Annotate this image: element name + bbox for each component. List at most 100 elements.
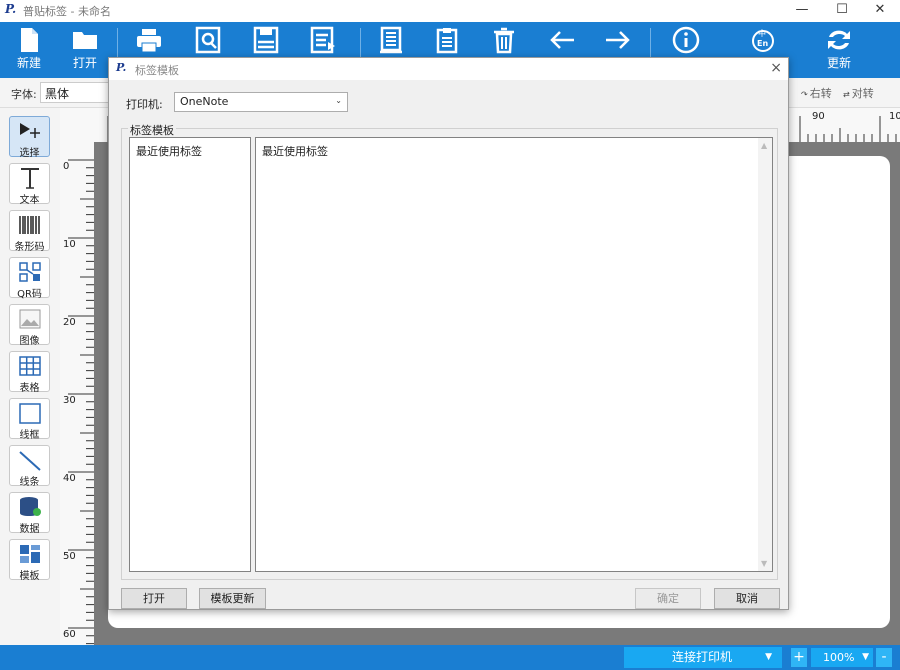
paste-icon <box>380 26 402 54</box>
clipboard-icon <box>436 28 458 54</box>
open-button-label: 打开 <box>72 56 97 70</box>
update-button[interactable]: 更新 <box>816 22 862 78</box>
justify-button[interactable]: ⇄ 对转 <box>843 85 874 101</box>
tool-barcode-label: 条形码 <box>14 242 45 253</box>
ok-button[interactable]: 确定 <box>635 588 701 609</box>
printer-icon <box>137 29 161 53</box>
printer-select[interactable]: OneNote ⌄ <box>174 92 348 112</box>
zoom-select[interactable]: 100% ▼ <box>811 648 873 667</box>
tool-frame[interactable]: 线框 <box>9 398 50 441</box>
barcode-icon <box>19 216 40 234</box>
justify-label: 对转 <box>851 87 874 100</box>
tool-template[interactable]: 模板 <box>9 539 50 582</box>
tool-text[interactable]: 文本 <box>9 163 50 206</box>
table-grid-icon <box>19 356 41 376</box>
save-icon <box>253 26 279 54</box>
language-switch-icon: 中En <box>752 28 774 52</box>
rectangle-frame-icon <box>19 403 41 424</box>
tool-table-label: 表格 <box>19 383 40 394</box>
undo-arrow-icon <box>550 31 574 49</box>
rotate-right-button[interactable]: ↷ 右转 <box>801 85 832 101</box>
update-template-button[interactable]: 模板更新 <box>199 588 266 609</box>
printer-label: 打印机: <box>126 98 163 111</box>
tool-line-label: 线条 <box>19 477 40 488</box>
new-button-label: 新建 <box>16 56 41 70</box>
scroll-up-icon[interactable]: ▲ <box>761 141 767 150</box>
window-title: 普贴标签 - 未命名 <box>23 5 111 18</box>
maximize-button[interactable]: ☐ <box>822 0 862 22</box>
zoom-in-button[interactable]: + <box>791 648 807 667</box>
tool-select-label: 选择 <box>19 148 40 159</box>
database-icon <box>20 497 41 516</box>
toolbar-separator <box>650 28 651 58</box>
connect-printer-label: 连接打印机 <box>672 650 733 664</box>
ruler-left-label: 50 <box>63 551 76 562</box>
label-template-dialog: P. 标签模板 × 打印机: OneNote ⌄ 标签模板 最近使用标签 最近使… <box>108 57 789 610</box>
dialog-close-button[interactable]: × <box>770 60 782 76</box>
chevron-down-icon: ▼ <box>862 652 869 662</box>
ruler-left-ticks <box>68 159 94 645</box>
tool-template-label: 模板 <box>19 571 40 582</box>
tool-table[interactable]: 表格 <box>9 351 50 394</box>
info-icon <box>672 26 700 54</box>
list-item[interactable]: 最近使用标签 <box>136 143 202 159</box>
tool-barcode[interactable]: 条形码 <box>9 210 50 253</box>
tool-image[interactable]: 图像 <box>9 304 50 347</box>
template-category-list[interactable]: 最近使用标签 <box>129 137 251 572</box>
ruler-left-label: 0 <box>63 161 70 172</box>
select-cursor-icon <box>20 123 40 138</box>
close-window-button[interactable]: ✕ <box>860 0 900 22</box>
folder-open-icon <box>73 32 97 49</box>
printer-value: OneNote <box>180 95 229 108</box>
connect-printer-button[interactable]: 连接打印机 ▼ <box>624 647 782 668</box>
tool-data[interactable]: 数据 <box>9 492 50 535</box>
template-list[interactable]: 最近使用标签 ▲ ▼ <box>255 137 773 572</box>
line-tool-icon <box>19 451 41 471</box>
open-button[interactable]: 打开 <box>62 22 108 78</box>
scroll-down-icon[interactable]: ▼ <box>761 559 767 568</box>
tool-line[interactable]: 线条 <box>9 445 50 488</box>
tool-panel: 选择 文本 条形码 QR码 图像 表格 线框 线条 数据 模板 <box>0 108 60 645</box>
ruler-left-label: 10 <box>63 239 76 250</box>
template-list-scrollbar[interactable]: ▲ ▼ <box>758 138 772 571</box>
ruler-left-label: 20 <box>63 317 76 328</box>
tool-qrcode[interactable]: QR码 <box>9 257 50 300</box>
font-label: 字体: <box>11 88 37 101</box>
tool-image-label: 图像 <box>19 336 40 347</box>
update-button-label: 更新 <box>826 56 851 70</box>
qr-code-icon <box>19 262 41 282</box>
lang-text-zh: 中 <box>758 28 766 38</box>
zoom-out-button[interactable]: - <box>876 648 892 667</box>
update-refresh-icon <box>828 30 850 50</box>
tool-data-label: 数据 <box>19 524 40 535</box>
new-button[interactable]: 新建 <box>6 22 52 78</box>
dialog-title: 标签模板 <box>135 64 179 77</box>
dialog-title-bar: P. 标签模板 × <box>109 58 788 80</box>
ruler-top-label: 10 <box>889 111 900 122</box>
font-select[interactable]: 黑体 <box>40 82 112 103</box>
title-bar: P. 普贴标签 - 未命名 — ☐ ✕ <box>0 0 900 22</box>
app-logo: P. <box>5 2 17 16</box>
status-bar: 连接打印机 ▼ + 100% ▼ - <box>0 645 900 670</box>
ruler-left-label: 60 <box>63 629 76 640</box>
ruler-left-label: 30 <box>63 395 76 406</box>
template-group-title: 标签模板 <box>128 122 176 138</box>
list-item[interactable]: 最近使用标签 <box>262 143 328 159</box>
template-icon <box>20 545 40 563</box>
print-preview-icon <box>195 26 221 54</box>
tool-qrcode-label: QR码 <box>17 289 42 300</box>
tool-select[interactable]: 选择 <box>9 116 50 159</box>
tool-text-label: 文本 <box>19 195 40 206</box>
tool-frame-label: 线框 <box>19 430 40 441</box>
rotate-right-label: 右转 <box>809 87 832 100</box>
justify-icon: ⇄ <box>843 90 850 99</box>
cancel-button[interactable]: 取消 <box>714 588 780 609</box>
image-icon <box>19 309 41 329</box>
zoom-value: 100% <box>823 651 855 664</box>
open-template-button[interactable]: 打开 <box>121 588 187 609</box>
ruler-top-label: 90 <box>812 111 825 122</box>
app-window: P. 普贴标签 - 未命名 — ☐ ✕ 新建 打开 中 En 更新 字体: 黑体… <box>0 0 900 670</box>
minimize-button[interactable]: — <box>782 0 822 22</box>
new-file-icon <box>21 28 38 52</box>
save-as-icon <box>310 26 335 54</box>
